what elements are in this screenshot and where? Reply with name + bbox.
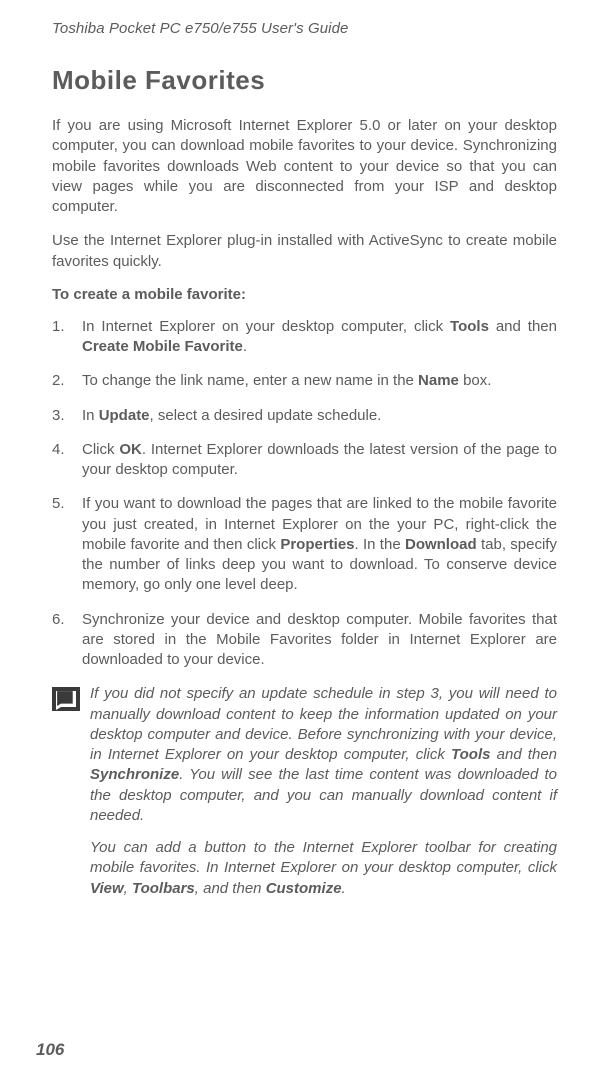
text-segment: Update	[99, 407, 150, 424]
text-segment: .	[243, 338, 247, 355]
step-item: If you want to download the pages that a…	[52, 494, 557, 595]
text-segment: Download	[405, 536, 477, 553]
text-segment: box.	[459, 372, 492, 389]
text-segment: Customize	[266, 880, 342, 897]
subhead: To create a mobile favorite:	[52, 286, 557, 303]
text-segment: Tools	[451, 746, 490, 763]
text-segment: To change the link name, enter a new nam…	[82, 372, 418, 389]
note-text: You can add a button to the Internet Exp…	[90, 838, 557, 899]
text-segment: , select a desired update schedule.	[150, 407, 382, 424]
step-item: Synchronize your device and desktop comp…	[52, 610, 557, 671]
section-title: Mobile Favorites	[52, 65, 557, 96]
note-text: If you did not specify an update schedul…	[90, 684, 557, 826]
paragraph: Use the Internet Explorer plug-in instal…	[52, 231, 557, 272]
text-segment: OK	[119, 441, 142, 458]
notes: If you did not specify an update schedul…	[52, 684, 557, 899]
note-row: If you did not specify an update schedul…	[52, 684, 557, 826]
text-segment: . In the	[355, 536, 405, 553]
text-segment: Properties	[280, 536, 354, 553]
text-segment: If you are using Microsoft Internet Expl…	[52, 117, 557, 215]
text-segment: Tools	[450, 318, 489, 335]
text-segment: In	[82, 407, 99, 424]
text-segment: Name	[418, 372, 459, 389]
step-item: In Update, select a desired update sched…	[52, 406, 557, 426]
text-segment: Use the Internet Explorer plug-in instal…	[52, 232, 557, 269]
intro-paragraphs: If you are using Microsoft Internet Expl…	[52, 116, 557, 272]
steps-list: In Internet Explorer on your desktop com…	[52, 317, 557, 671]
text-segment: ,	[124, 880, 132, 897]
running-header: Toshiba Pocket PC e750/e755 User's Guide	[52, 20, 557, 37]
text-segment: In Internet Explorer on your desktop com…	[82, 318, 450, 335]
text-segment: Create Mobile Favorite	[82, 338, 243, 355]
paragraph: If you are using Microsoft Internet Expl…	[52, 116, 557, 217]
step-item: To change the link name, enter a new nam…	[52, 371, 557, 391]
text-segment: Click	[82, 441, 119, 458]
text-segment: and then	[489, 318, 557, 335]
page: Toshiba Pocket PC e750/e755 User's Guide…	[0, 0, 593, 1082]
text-segment: Toolbars	[132, 880, 195, 897]
text-segment: , and then	[195, 880, 266, 897]
text-segment: Synchronize	[90, 766, 179, 783]
text-segment: and then	[490, 746, 557, 763]
text-segment: .	[342, 880, 346, 897]
page-number: 106	[36, 1040, 64, 1060]
text-segment: You can add a button to the Internet Exp…	[90, 839, 557, 876]
note-icon	[52, 687, 80, 711]
text-segment: View	[90, 880, 124, 897]
step-item: In Internet Explorer on your desktop com…	[52, 317, 557, 358]
text-segment: Synchronize your device and desktop comp…	[82, 611, 557, 669]
step-item: Click OK. Internet Explorer downloads th…	[52, 440, 557, 481]
text-segment: . Internet Explorer downloads the latest…	[82, 441, 557, 478]
